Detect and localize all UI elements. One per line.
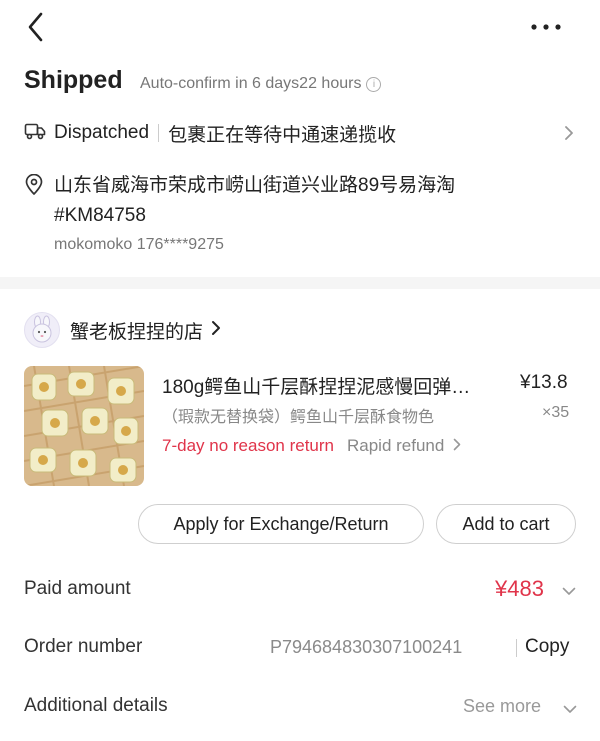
shipping-status-row[interactable]: Dispatched 包裹正在等待中通速递揽收 [24,118,580,148]
shop-avatar [24,312,60,348]
paid-amount-label: Paid amount [24,578,131,599]
order-number-value: P794684830307100241 [270,637,463,657]
shop-name: 蟹老板捏捏的店 [70,321,204,343]
delivery-address: 山东省威海市荣成市崂山街道兴业路89号易海淘#KM84758 [54,175,456,226]
divider [158,124,160,142]
product-variant: （瑕款无替换袋）鳄鱼山千层酥食物色 [162,409,435,426]
auto-confirm-text: Auto-confirm in 6 days22 hours [140,75,362,92]
return-policy-row[interactable]: 7-day no reason return Rapid refund [162,436,461,456]
rapid-refund-text: Rapid refund [347,436,445,455]
order-number-label: Order number [24,636,143,657]
product-title[interactable]: 180g鳄鱼山千层酥捏捏泥感慢回弹… [162,372,507,399]
divider [516,639,517,657]
recipient-contact: mokomoko 176****9275 [54,236,224,253]
return-policy-text: 7-day no reason return [162,436,334,455]
copy-button[interactable]: Copy [525,636,569,658]
chevron-right-icon [564,125,574,146]
more-options-icon[interactable] [528,16,568,38]
product-image[interactable] [24,366,144,486]
section-divider [0,277,600,289]
chevron-right-icon [211,320,221,341]
chevron-right-icon [453,436,461,456]
chevron-down-icon[interactable] [562,583,576,601]
see-more-link[interactable]: See more [463,696,541,717]
additional-details-label: Additional details [24,695,168,716]
truck-icon [24,121,46,146]
add-to-cart-button[interactable]: Add to cart [436,504,576,544]
order-status-title: Shipped [24,66,123,94]
product-price: ¥13.8 [520,372,568,393]
paid-amount-value[interactable]: ¥483 [495,576,544,602]
chevron-down-icon[interactable] [563,701,577,719]
shipping-label: Dispatched [54,122,150,143]
info-icon[interactable]: i [366,76,382,92]
back-icon[interactable] [22,10,50,44]
shipping-detail-text: 包裹正在等待中通速递揽收 [168,124,397,146]
location-pin-icon [24,173,44,201]
top-bar [0,0,600,56]
apply-exchange-return-button[interactable]: Apply for Exchange/Return [138,504,424,544]
shop-link[interactable]: 蟹老板捏捏的店 [24,312,221,348]
product-quantity: ×35 [542,404,570,421]
auto-confirm-notice: Auto-confirm in 6 days22 hours i [140,75,382,93]
